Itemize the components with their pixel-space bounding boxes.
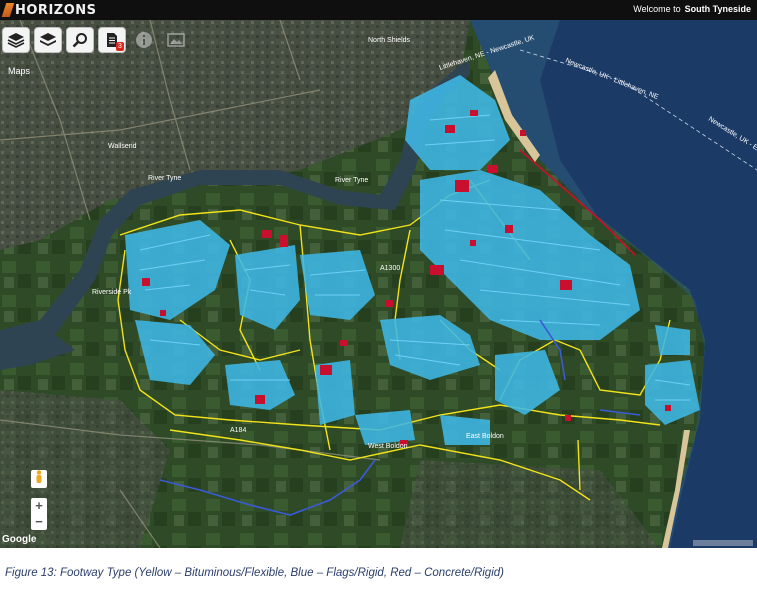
label-west-boldon: West Boldon <box>368 443 408 450</box>
label-river-tyne-2: River Tyne <box>335 177 368 184</box>
layers-stack-icon <box>39 32 57 48</box>
info-icon <box>135 31 153 49</box>
map-canvas[interactable]: North Shields River Tyne River Tyne Wall… <box>0 20 757 548</box>
zoom-control: + − <box>31 498 47 530</box>
welcome-text: Welcome to South Tyneside <box>629 4 751 14</box>
map-toolbar: 3 <box>2 27 190 53</box>
image-button[interactable] <box>162 27 190 53</box>
zoom-in-button[interactable]: + <box>31 498 47 514</box>
welcome-prefix: Welcome to <box>633 4 681 14</box>
map-attribution <box>693 540 753 546</box>
label-a1300: A1300 <box>380 265 400 272</box>
label-a184: A184 <box>230 427 246 434</box>
layers-button[interactable] <box>2 27 30 53</box>
maps-label[interactable]: Maps <box>8 66 30 76</box>
document-button[interactable]: 3 <box>98 27 126 53</box>
zoom-out-button[interactable]: − <box>31 514 47 530</box>
map-controls: + − <box>31 469 49 530</box>
info-button[interactable] <box>130 27 158 53</box>
brand-name: HORIZONS <box>15 2 97 18</box>
pegman-icon <box>35 469 43 489</box>
label-river-tyne: River Tyne <box>148 175 181 182</box>
search-icon <box>72 32 88 48</box>
top-bar: HORIZONS Welcome to South Tyneside <box>0 0 757 20</box>
label-north-shields: North Shields <box>368 37 411 44</box>
map-application: HORIZONS Welcome to South Tyneside North… <box>0 0 757 548</box>
label-east-boldon: East Boldon <box>466 433 504 440</box>
google-logo: Google <box>2 534 37 545</box>
image-icon <box>167 32 185 48</box>
welcome-place[interactable]: South Tyneside <box>685 4 751 14</box>
document-badge: 3 <box>116 42 124 51</box>
layers-stack-button[interactable] <box>34 27 62 53</box>
label-wallsend: Wallsend <box>108 143 137 150</box>
figure-caption: Figure 13: Footway Type (Yellow – Bitumi… <box>5 567 504 579</box>
search-button[interactable] <box>66 27 94 53</box>
brand-mark-icon <box>1 3 15 17</box>
brand-logo: HORIZONS <box>1 2 97 18</box>
street-view-button[interactable] <box>31 469 47 489</box>
layers-icon <box>7 32 25 48</box>
label-riverside: Riverside Pk <box>92 289 132 296</box>
